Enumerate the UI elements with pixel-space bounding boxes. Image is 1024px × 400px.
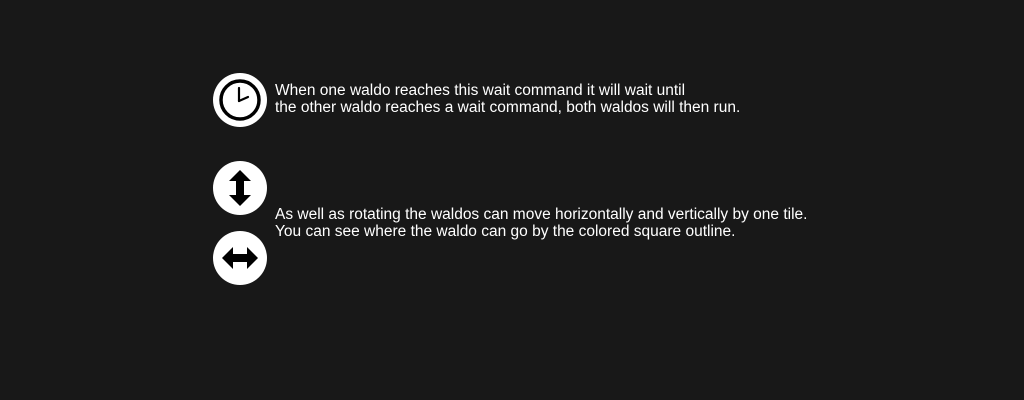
wait-command-description: When one waldo reaches this wait command… (275, 82, 740, 116)
move-command-description: As well as rotating the waldos can move … (275, 206, 807, 240)
move-text-line-1: As well as rotating the waldos can move … (275, 206, 808, 223)
clock-icon (213, 73, 267, 127)
vertical-move-arrow-icon (213, 161, 267, 215)
wait-text-line-2: the other waldo reaches a wait command, … (275, 99, 741, 116)
move-text-line-2: You can see where the waldo can go by th… (275, 223, 736, 240)
tutorial-screen: When one waldo reaches this wait command… (0, 0, 1024, 400)
wait-text-line-1: When one waldo reaches this wait command… (275, 82, 686, 99)
horizontal-move-arrow-icon (213, 231, 267, 285)
